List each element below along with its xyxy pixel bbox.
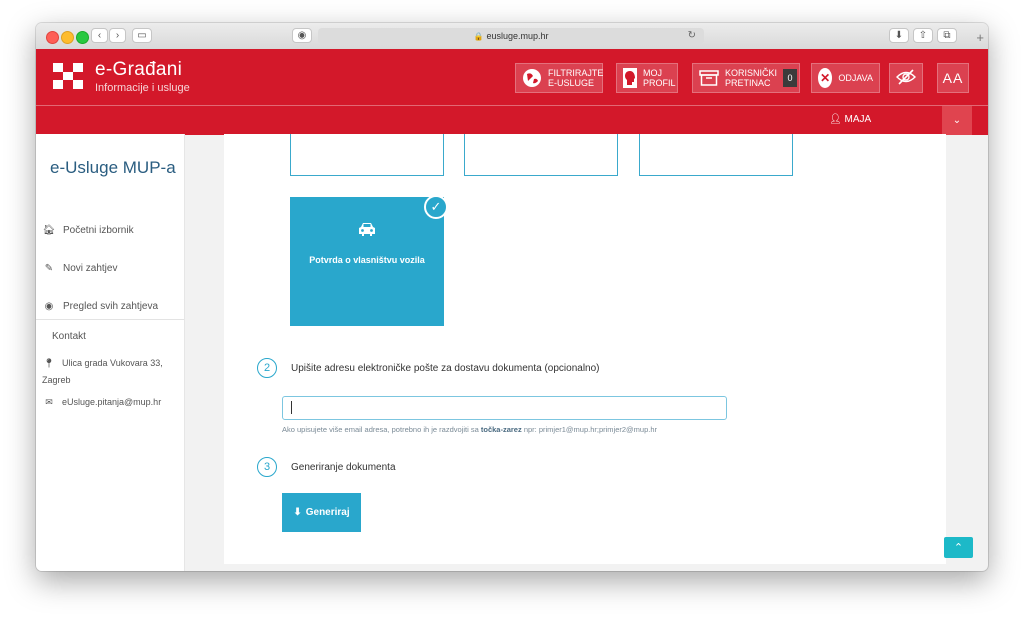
- service-card-vehicle-ownership[interactable]: Potvrda o vlasništvu vozila: [290, 197, 444, 326]
- checkerboard-logo[interactable]: [53, 63, 83, 90]
- forward-button[interactable]: ›: [109, 28, 126, 43]
- sidebar: e-Usluge MUP-a 🏠︎ Početni izbornik ✎ Nov…: [36, 134, 185, 571]
- archive-box-icon: [699, 68, 719, 88]
- sidebar-toggle-button[interactable]: ▭: [132, 28, 152, 43]
- step-2-label: Upišite adresu elektroničke pošte za dos…: [291, 363, 600, 374]
- my-profile-button[interactable]: MOJ PROFIL: [616, 63, 678, 93]
- check-circle-icon: ✓: [424, 195, 448, 219]
- step-3-number: 3: [257, 457, 277, 477]
- sidebar-item-home[interactable]: 🏠︎ Početni izbornik: [42, 225, 134, 236]
- contact-heading: Kontakt: [52, 331, 86, 342]
- scroll-to-top-button[interactable]: ⌃: [944, 537, 973, 558]
- sidebar-divider: [36, 319, 184, 320]
- user-menu[interactable]: 👤︎ MAJA: [829, 114, 871, 125]
- brand-subtitle: Informacije i usluge: [95, 82, 190, 94]
- sidebar-title: e-Usluge MUP-a: [50, 158, 176, 177]
- envelope-icon: ✉: [45, 397, 53, 407]
- edit-icon: ✎: [44, 263, 54, 274]
- map-marker-icon: 📍︎: [43, 358, 55, 368]
- url-text: eusluge.mup.hr: [486, 31, 549, 41]
- font-size-icon: AA: [942, 70, 964, 86]
- text-caret: [291, 401, 292, 414]
- contact-address: 📍︎ Ulica grada Vukovara 33, Zagreb: [42, 355, 177, 389]
- service-card-label: Potvrda o vlasništvu vozila: [309, 255, 425, 265]
- share-button[interactable]: ⇧: [913, 28, 933, 43]
- main-content: Potvrda o vlasništvu vozila ✓ 2 Upišite …: [224, 134, 946, 564]
- font-size-button[interactable]: AA: [937, 63, 969, 93]
- shield-icon: ◉: [297, 30, 307, 41]
- email-input[interactable]: [282, 396, 727, 420]
- filter-services-button[interactable]: FILTRIRAJTE E-USLUGE: [515, 63, 603, 93]
- lock-icon: 🔒: [473, 31, 484, 41]
- sidebar-item-new-request[interactable]: ✎ Novi zahtjev: [42, 263, 118, 274]
- zoom-window-button[interactable]: [76, 31, 89, 44]
- user-icon: 👤︎: [829, 114, 842, 125]
- car-icon: [290, 221, 444, 242]
- chevron-left-icon: ‹: [97, 30, 102, 41]
- minimize-window-button[interactable]: [61, 31, 74, 44]
- profile-head-icon: [623, 68, 637, 88]
- globe-icon: [522, 68, 542, 88]
- accessibility-toggle-button[interactable]: [889, 63, 923, 93]
- new-tab-icon[interactable]: +: [976, 30, 984, 45]
- downloads-button[interactable]: ⬇: [889, 28, 909, 43]
- service-card[interactable]: [464, 134, 618, 176]
- brand-title[interactable]: e-Građani: [95, 59, 182, 81]
- user-name: MAJA: [844, 114, 872, 125]
- home-icon: 🏠︎: [42, 225, 56, 236]
- sidebar-icon: ▭: [137, 30, 147, 41]
- eye-icon: ◉: [44, 301, 54, 312]
- service-card[interactable]: [290, 134, 444, 176]
- browser-window: ‹ › ▭ ◉ 🔒 eusluge.mup.hr ↻ ⬇ ⇧ ⧉ + e-Gra…: [36, 23, 988, 571]
- tabs-overview-button[interactable]: ⧉: [937, 28, 957, 43]
- service-card[interactable]: [639, 134, 793, 176]
- privacy-button[interactable]: ◉: [292, 28, 312, 43]
- reload-icon[interactable]: ↻: [688, 30, 696, 41]
- download-icon: ⬇: [894, 30, 904, 41]
- eye-slash-icon: [896, 69, 916, 87]
- step-3-label: Generiranje dokumenta: [291, 462, 396, 473]
- logout-button[interactable]: ✕ ODJAVA: [811, 63, 880, 93]
- generate-button[interactable]: ⬇︎ Generiraj: [282, 493, 361, 532]
- tabs-icon: ⧉: [943, 30, 951, 41]
- contact-email[interactable]: ✉ eUsluge.pitanja@mup.hr: [42, 397, 161, 408]
- address-bar[interactable]: 🔒 eusluge.mup.hr ↻: [318, 28, 704, 44]
- chevron-up-icon: ⌃: [953, 542, 964, 554]
- chevron-down-icon: ⌄: [952, 115, 962, 126]
- user-dropdown-toggle[interactable]: ⌄: [942, 106, 972, 135]
- site-header: e-Građani Informacije i usluge FILTRIRAJ…: [36, 49, 988, 105]
- email-hint: Ako upisujete više email adresa, potrebn…: [282, 425, 658, 434]
- user-inbox-button[interactable]: KORISNIČKI PRETINAC 0: [692, 63, 800, 93]
- browser-toolbar: ‹ › ▭ ◉ 🔒 eusluge.mup.hr ↻ ⬇ ⇧ ⧉ +: [36, 23, 988, 50]
- download-icon: ⬇︎: [293, 507, 302, 518]
- sidebar-item-all-requests[interactable]: ◉ Pregled svih zahtjeva: [42, 301, 158, 312]
- back-button[interactable]: ‹: [91, 28, 108, 43]
- close-window-button[interactable]: [46, 31, 59, 44]
- share-icon: ⇧: [918, 30, 928, 41]
- close-circle-icon: ✕: [818, 68, 833, 88]
- step-2-number: 2: [257, 358, 277, 378]
- chevron-right-icon: ›: [115, 30, 120, 41]
- user-bar: 👤︎ MAJA ⌄: [36, 105, 988, 135]
- inbox-count-badge: 0: [783, 69, 798, 87]
